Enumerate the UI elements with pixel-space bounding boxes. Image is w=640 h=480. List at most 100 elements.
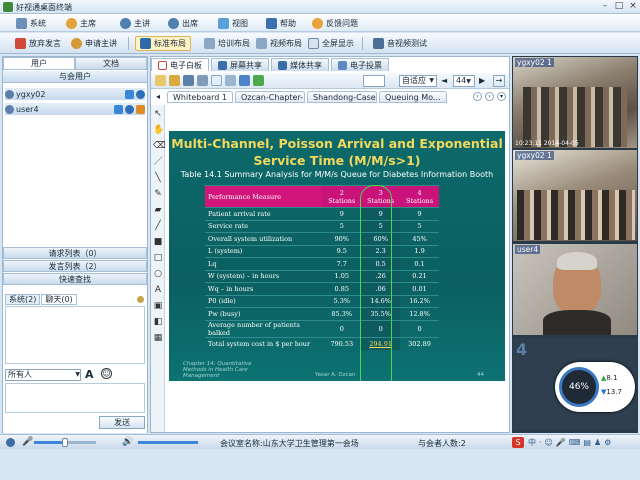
speaker-volume-slider[interactable] <box>138 441 198 444</box>
font-icon[interactable]: A <box>85 368 94 381</box>
standard-layout-button[interactable]: 标准布局 <box>135 36 191 51</box>
speaker-icon[interactable]: 🔊 <box>122 437 133 447</box>
give-up-speaking-button[interactable]: 放弃发言 <box>10 36 66 51</box>
forward-icon[interactable]: → <box>493 75 505 87</box>
doc-tab-ozcan[interactable]: Ozcan-Chapter-... <box>235 91 305 103</box>
apply-presenter-button[interactable]: 申请主讲 <box>66 36 122 51</box>
window-icon <box>218 17 229 29</box>
user-row-ygxy02[interactable]: ygxy02 <box>5 88 145 100</box>
ellipse-icon[interactable]: ○ <box>153 269 163 279</box>
grid-icon[interactable]: ▦ <box>153 333 163 343</box>
open-folder-icon[interactable] <box>169 75 180 86</box>
user-icon <box>120 17 131 29</box>
line-icon[interactable]: ╲ <box>153 173 163 183</box>
text-tool-icon[interactable]: A <box>153 285 163 295</box>
tab-chat[interactable]: 聊天(0) <box>41 294 77 305</box>
sync-icon[interactable] <box>239 75 250 86</box>
doc-tab-whiteboard[interactable]: Whiteboard 1 <box>167 91 233 103</box>
menu-feedback[interactable]: 反馈问题 <box>312 16 358 30</box>
menu-help[interactable]: 帮助 <box>266 16 296 30</box>
tab-documents[interactable]: 文档 <box>75 57 147 70</box>
doc-tab-shandong[interactable]: Shandong-Case... <box>307 91 377 103</box>
request-list-bar[interactable]: 请求列表（0） <box>3 247 147 259</box>
tray-icons[interactable]: 中·☺🎤⌨▤♟⚙ <box>528 437 614 448</box>
video-slot-number: 4 <box>516 340 528 359</box>
tab-list-icon[interactable]: ▾ <box>497 92 506 101</box>
tab-system-messages[interactable]: 系统(2) <box>5 294 41 305</box>
minimize-icon[interactable]: – <box>598 1 612 12</box>
color-picker[interactable] <box>363 75 385 87</box>
stamp-icon[interactable]: ◧ <box>153 317 163 327</box>
next-page-icon[interactable]: ▶ <box>479 76 485 85</box>
copy-icon[interactable] <box>211 75 222 86</box>
emoji-icon[interactable]: ☺ <box>101 368 112 379</box>
tab-screen-share[interactable]: 屏幕共享 <box>211 58 269 71</box>
pencil-icon[interactable]: ✎ <box>153 189 163 199</box>
video-timestamp: 10:23:11 2014-04-05 <box>515 140 579 147</box>
video-layout-button[interactable]: 视频布局 <box>251 36 307 51</box>
fullscreen-button[interactable]: 全屏显示 <box>303 36 359 51</box>
whiteboard-panel: 电子白板 屏幕共享 媒体共享 电子投票 自适应 ▼ ◄ 44▼ ▶ → ◂ Whi… <box>150 56 510 433</box>
menu-view[interactable]: 视图 <box>218 16 248 30</box>
print-icon[interactable] <box>197 75 208 86</box>
recipient-select[interactable]: 所有人 ▼ <box>5 369 81 381</box>
mic-icon[interactable]: 🎤 <box>22 437 33 447</box>
tab-users[interactable]: 用户 <box>3 57 75 70</box>
speaker-list-bar[interactable]: 发言列表（2） <box>3 260 147 272</box>
pin-icon[interactable] <box>137 296 144 303</box>
filled-rect-icon[interactable]: ■ <box>153 237 163 247</box>
save-icon[interactable] <box>183 75 194 86</box>
tab-whiteboard[interactable]: 电子白板 <box>151 58 209 71</box>
attendee-header: 与会用户 <box>3 71 147 83</box>
menu-system[interactable]: 系统 <box>16 16 46 30</box>
input-method-icon[interactable]: S <box>512 437 524 448</box>
table-cell: 16.2% <box>400 294 439 308</box>
close-icon[interactable]: × <box>626 1 640 12</box>
settings-icon[interactable] <box>6 438 15 447</box>
tab-media-share[interactable]: 媒体共享 <box>271 58 329 71</box>
mic-icon[interactable] <box>114 104 123 114</box>
camera-icon[interactable] <box>125 104 134 114</box>
video-slot-3[interactable]: user4 <box>513 244 637 335</box>
video-slot-2[interactable]: ygxy02 1 <box>513 150 637 241</box>
eraser-icon[interactable]: ⌫ <box>153 141 166 151</box>
hand-icon[interactable]: ✋ <box>153 125 164 135</box>
highlighter-icon[interactable]: ▰ <box>153 205 163 215</box>
screenshot-icon[interactable] <box>225 75 236 86</box>
marker-icon[interactable]: ╱ <box>153 221 163 231</box>
tab-next-icon[interactable]: › <box>485 92 494 101</box>
camera-icon[interactable] <box>136 89 145 99</box>
tab-voting[interactable]: 电子投票 <box>331 58 389 71</box>
video-slot-1[interactable]: ygxy02 1 10:23:11 2014-04-05 <box>513 57 637 148</box>
layout-icon <box>140 38 151 49</box>
pen-icon[interactable]: ／ <box>153 157 163 167</box>
pointer-icon[interactable]: ↖ <box>153 109 163 119</box>
menu-chair[interactable]: 主席 <box>66 16 96 30</box>
new-file-icon[interactable] <box>155 75 166 86</box>
image-tool-icon[interactable]: ▣ <box>153 301 163 311</box>
chat-input[interactable] <box>5 383 145 413</box>
tab-prev-icon[interactable]: ‹ <box>473 92 482 101</box>
table-cell: 0.85 <box>322 282 362 295</box>
av-test-button[interactable]: 音视频测试 <box>368 36 432 51</box>
row-label: Overall system utilization <box>205 232 323 245</box>
rectangle-icon[interactable]: □ <box>153 253 163 263</box>
tab-scroll-left-icon[interactable]: ◂ <box>156 92 160 101</box>
user-row-user4[interactable]: user4 <box>5 103 145 115</box>
zoom-select[interactable]: 自适应 ▼ <box>399 75 437 87</box>
quick-search-bar[interactable]: 快速查找 <box>3 273 147 285</box>
maximize-icon[interactable]: □ <box>612 1 626 12</box>
training-layout-button[interactable]: 培训布局 <box>199 36 255 51</box>
share-icon[interactable] <box>253 75 264 86</box>
send-button[interactable]: 发送 <box>99 416 145 429</box>
mic-volume-slider[interactable] <box>34 438 96 447</box>
edit-icon[interactable] <box>136 104 145 114</box>
menu-presenter[interactable]: 主讲 <box>120 16 150 30</box>
menu-attend[interactable]: 出席 <box>168 16 198 30</box>
prev-page-icon[interactable]: ◄ <box>441 76 447 85</box>
mic-icon[interactable] <box>125 89 134 99</box>
network-percent: 46% <box>559 367 599 407</box>
doc-tab-queuing[interactable]: Queuing Mo... <box>379 91 447 103</box>
video-slot-4[interactable]: 4 46% ▲8.1 ▼13.7 <box>513 338 637 429</box>
page-number-input[interactable]: 44▼ <box>453 75 475 87</box>
